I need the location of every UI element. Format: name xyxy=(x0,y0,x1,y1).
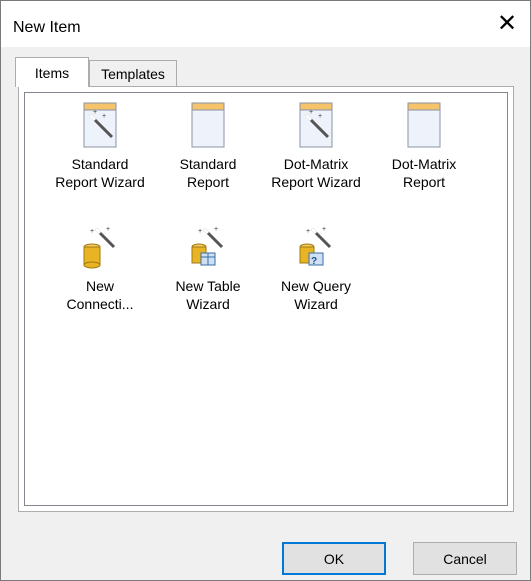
svg-text:?: ? xyxy=(311,256,317,267)
svg-text:+: + xyxy=(102,113,106,120)
svg-text:+: + xyxy=(90,228,94,235)
table-wizard-icon: + + xyxy=(186,223,230,271)
svg-text:+: + xyxy=(214,226,218,233)
svg-text:+: + xyxy=(198,228,202,235)
item-label: New Table Wizard xyxy=(175,278,241,312)
item-new-connection[interactable]: + + New Connecti... xyxy=(50,223,150,313)
tab-templates[interactable]: Templates xyxy=(89,60,177,86)
new-item-dialog: New Item ✕ Items Templates + + Standard … xyxy=(0,0,531,581)
svg-text:+: + xyxy=(106,226,110,233)
query-wizard-icon: ? + + xyxy=(294,223,338,271)
report-wizard-icon: + + xyxy=(294,101,338,149)
window-title: New Item xyxy=(13,19,81,36)
svg-text:+: + xyxy=(322,226,326,233)
tab-items[interactable]: Items xyxy=(15,57,89,87)
item-label: New Connecti... xyxy=(66,278,134,312)
item-standard-report[interactable]: Standard Report xyxy=(158,101,258,191)
close-icon: ✕ xyxy=(496,10,518,37)
tab-items-label: Items xyxy=(34,64,70,81)
close-button[interactable]: ✕ xyxy=(484,1,530,47)
report-wizard-icon: + + xyxy=(78,101,122,149)
tab-panel-items: + + Standard Report Wizard Standard Repo… xyxy=(18,86,514,512)
item-dot-matrix-report[interactable]: Dot-Matrix Report xyxy=(374,101,474,191)
report-icon xyxy=(402,101,446,149)
item-new-table-wizard[interactable]: + + New Table Wizard xyxy=(158,223,258,313)
svg-text:+: + xyxy=(93,109,97,116)
item-label: Dot-Matrix Report xyxy=(391,156,457,190)
svg-text:+: + xyxy=(318,113,322,120)
title-bar: New Item ✕ xyxy=(1,1,530,47)
item-label: Standard Report Wizard xyxy=(55,156,145,190)
item-standard-report-wizard[interactable]: + + Standard Report Wizard xyxy=(50,101,150,191)
tab-templates-label: Templates xyxy=(101,65,165,82)
item-label: Standard Report xyxy=(179,156,237,190)
report-icon xyxy=(186,101,230,149)
item-label: New Query Wizard xyxy=(280,278,352,312)
svg-text:+: + xyxy=(306,228,310,235)
item-label: Dot-Matrix Report Wizard xyxy=(271,156,361,190)
svg-text:+: + xyxy=(309,109,313,116)
items-list[interactable]: + + Standard Report Wizard Standard Repo… xyxy=(24,92,508,506)
cancel-button[interactable]: Cancel xyxy=(413,542,517,575)
ok-button[interactable]: OK xyxy=(282,542,386,575)
connection-wizard-icon: + + xyxy=(78,223,122,271)
item-new-query-wizard[interactable]: ? + + New Query Wizard xyxy=(266,223,366,313)
item-dot-matrix-report-wizard[interactable]: + + Dot-Matrix Report Wizard xyxy=(266,101,366,191)
